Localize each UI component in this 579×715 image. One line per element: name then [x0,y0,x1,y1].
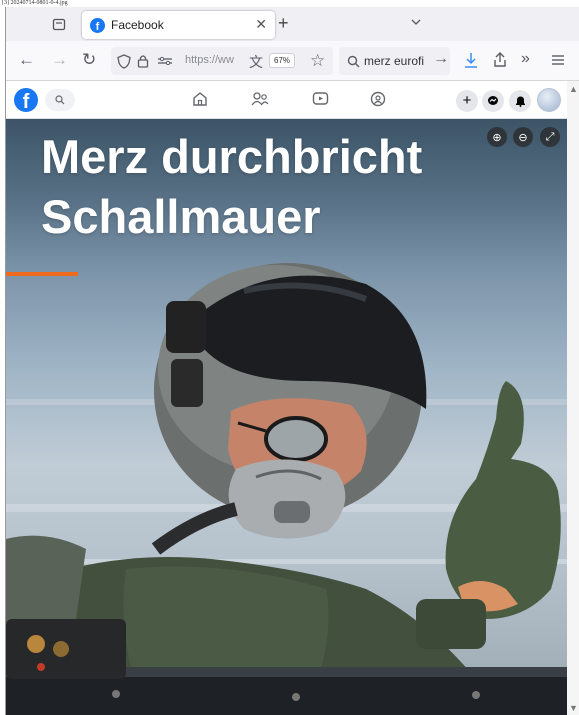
notifications-button[interactable] [509,90,531,112]
video-icon[interactable] [312,91,329,107]
tab-title: Facebook [111,18,164,32]
home-icon[interactable] [192,91,208,107]
star-icon[interactable]: ☆ [310,51,325,71]
chevron-down-icon[interactable] [411,17,421,27]
navigation-toolbar: ← → ↻ https://ww 文 67% ☆ merz eurofi → » [6,41,579,81]
expand-icon: ⤢ [545,130,555,143]
reload-icon[interactable]: ↻ [82,50,96,70]
arrow-right-icon[interactable]: → [433,50,449,68]
hamburger-menu-icon[interactable] [551,54,565,66]
scroll-down-icon[interactable]: ▼ [569,703,578,713]
friends-icon[interactable] [251,91,269,107]
tab-strip: f Facebook ✕ + [6,7,579,41]
groups-icon[interactable] [370,91,386,107]
headline-accent-bar [6,272,78,276]
translate-icon[interactable]: 文 [249,52,263,72]
page-scrollbar[interactable]: ▲ ▼ [567,81,579,715]
double-chevron-icon[interactable]: » [521,49,530,69]
tab-overview-icon[interactable] [50,15,68,33]
back-arrow-icon[interactable]: ← [18,50,35,70]
search-icon [55,95,65,105]
facebook-header: f + [6,81,579,119]
post-headline: Merz durchbricht Schallmauer [41,127,531,247]
download-icon[interactable] [464,52,478,69]
search-icon [347,55,360,68]
plus-icon: + [462,92,472,109]
tab-facebook[interactable]: f Facebook ✕ [82,11,275,39]
headline-line-1: Merz durchbricht [41,130,423,183]
file-caption: [3] 20240714-0801-0-4.jpg [2,0,68,6]
url-text: https://ww [185,54,234,66]
search-input[interactable]: merz eurofi → [339,47,450,75]
facebook-favicon-icon: f [90,17,105,33]
forward-arrow-icon[interactable]: → [51,50,68,70]
lock-icon[interactable] [137,54,149,68]
plus-icon[interactable]: + [278,13,289,34]
facebook-logo-icon[interactable]: f [14,88,38,112]
browser-window: f Facebook ✕ + ← → ↻ https://ww 文 67% ☆ … [5,7,579,715]
headline-line-2: Schallmauer [41,190,321,243]
scroll-up-icon[interactable]: ▲ [569,84,578,94]
messenger-icon [488,96,498,105]
address-bar[interactable]: https://ww 文 67% ☆ [111,47,333,75]
close-icon[interactable]: ✕ [255,16,267,33]
zoom-level-badge[interactable]: 67% [269,53,296,68]
messenger-button[interactable] [482,90,504,112]
post-photo[interactable]: ⊕ ⊖ ⤢ Merz durchbricht Schallmauer [6,119,567,715]
permissions-icon[interactable] [157,56,173,66]
shield-icon[interactable] [117,54,131,69]
create-button[interactable]: + [456,90,478,112]
fullscreen-button[interactable]: ⤢ [540,127,560,147]
bell-icon [515,96,525,107]
avatar[interactable] [537,88,561,112]
facebook-search-button[interactable] [45,89,75,111]
share-icon[interactable] [493,51,507,68]
search-text: merz eurofi [364,54,425,68]
